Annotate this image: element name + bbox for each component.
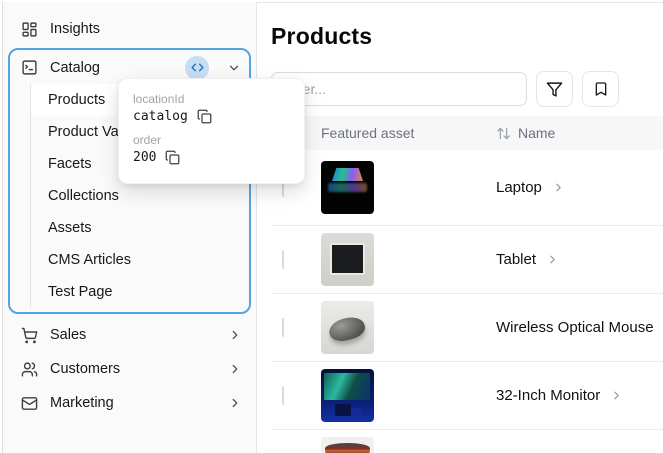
sidebar-item-marketing[interactable]: Marketing <box>3 386 256 420</box>
sidebar-item-label: Facets <box>48 156 92 172</box>
bookmark-button[interactable] <box>582 71 619 107</box>
product-image <box>321 301 374 354</box>
main-content: Products Featured asset <box>257 2 663 453</box>
sidebar-item-sales[interactable]: Sales <box>3 318 256 352</box>
column-header-featured-asset: Featured asset <box>321 125 415 141</box>
dev-info-tooltip: locationId catalog order 200 <box>118 78 305 184</box>
sidebar-item-customers[interactable]: Customers <box>3 352 256 386</box>
product-image <box>321 369 374 422</box>
tooltip-field-value: 200 <box>133 150 157 165</box>
funnel-icon <box>546 81 563 98</box>
sidebar-item-assets[interactable]: Assets <box>31 212 241 244</box>
product-name: Tablet <box>496 251 537 268</box>
app-window: Insights Catalog Products Product Varian… <box>0 0 663 453</box>
code-badge-icon[interactable] <box>185 55 209 80</box>
bookmark-icon <box>593 81 609 97</box>
product-image <box>321 437 374 453</box>
tooltip-field-label: locationId <box>133 92 185 106</box>
toolbar <box>271 71 663 107</box>
mail-icon <box>20 394 38 412</box>
sidebar-item-label: Assets <box>48 220 92 236</box>
table-header: Featured asset Name <box>271 116 663 150</box>
product-name: Laptop <box>496 179 542 196</box>
dashboard-icon <box>20 20 38 38</box>
sidebar-item-cms-articles[interactable]: CMS Articles <box>31 244 241 276</box>
product-name-link[interactable]: Tablet <box>496 251 663 268</box>
filter-button[interactable] <box>536 71 573 107</box>
chevron-right-icon <box>228 396 242 410</box>
sidebar-item-label: Test Page <box>48 284 113 300</box>
sort-icon[interactable] <box>496 126 511 141</box>
sidebar-item-test-page[interactable]: Test Page <box>31 276 241 308</box>
table-row[interactable]: Tablet <box>271 226 663 294</box>
sidebar-item-collections[interactable]: Collections <box>31 180 241 212</box>
sidebar-item-label: Catalog <box>50 59 100 76</box>
chevron-down-icon[interactable] <box>227 61 241 75</box>
sidebar: Insights Catalog Products Product Varian… <box>2 2 257 453</box>
row-checkbox[interactable] <box>282 317 284 337</box>
products-table: Featured asset Name Laptop Tablet Wirele… <box>271 116 663 453</box>
sidebar-item-label: Insights <box>50 21 100 37</box>
copy-button[interactable] <box>197 109 212 124</box>
product-name: Wireless Optical Mouse <box>496 319 654 336</box>
table-row[interactable]: Wireless Optical Mouse <box>271 294 663 362</box>
shopping-cart-icon <box>20 326 38 344</box>
table-row[interactable]: 32-Inch Monitor <box>271 362 663 430</box>
sidebar-item-insights[interactable]: Insights <box>3 12 256 46</box>
sidebar-item-label: Products <box>48 92 106 108</box>
column-header-name[interactable]: Name <box>496 125 663 141</box>
product-name: 32-Inch Monitor <box>496 387 601 404</box>
sidebar-item-label: Sales <box>50 327 87 343</box>
terminal-square-icon <box>20 59 38 77</box>
product-name-link[interactable]: Wireless Optical Mouse <box>496 319 663 336</box>
copy-icon <box>197 109 212 124</box>
product-image <box>321 233 374 286</box>
product-name-link[interactable]: 32-Inch Monitor <box>496 387 663 404</box>
chevron-right-icon <box>228 328 242 342</box>
chevron-right-icon <box>610 389 623 402</box>
table-row[interactable] <box>271 430 663 453</box>
sidebar-item-label: CMS Articles <box>48 252 131 268</box>
tooltip-field-value: catalog <box>133 109 188 124</box>
row-checkbox[interactable] <box>282 385 284 405</box>
chevron-right-icon <box>552 181 565 194</box>
chevron-right-icon <box>546 253 559 266</box>
copy-button[interactable] <box>165 150 180 165</box>
chevron-right-icon <box>228 362 242 376</box>
table-row[interactable]: Laptop <box>271 150 663 226</box>
users-icon <box>20 360 38 378</box>
filter-input[interactable] <box>271 72 527 106</box>
copy-icon <box>165 150 180 165</box>
row-checkbox[interactable] <box>282 249 284 269</box>
tooltip-field-label: order <box>133 133 162 147</box>
column-header-name-label: Name <box>518 125 556 141</box>
sidebar-item-label: Collections <box>48 188 119 204</box>
sidebar-item-label: Customers <box>50 361 121 377</box>
product-image <box>321 161 374 214</box>
product-name-link[interactable]: Laptop <box>496 179 663 196</box>
page-title: Products <box>271 23 373 49</box>
sidebar-item-label: Marketing <box>50 395 114 411</box>
